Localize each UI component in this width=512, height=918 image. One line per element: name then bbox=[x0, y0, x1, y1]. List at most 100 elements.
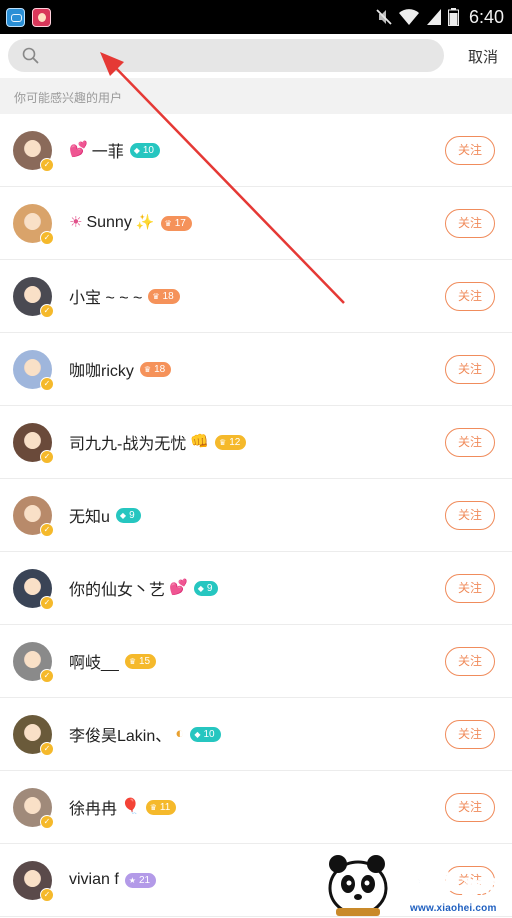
avatar[interactable]: ✓ bbox=[13, 861, 54, 902]
name-suffix-emoji: ◐ bbox=[175, 725, 185, 742]
user-row[interactable]: ✓ 徐冉冉 🎈 ♛ 11 关注 bbox=[0, 771, 512, 844]
user-row[interactable]: ✓ 李俊昊Lakin、 ◐ ◆ 10 关注 bbox=[0, 698, 512, 771]
user-name[interactable]: 小宝 ~ ~ ~ bbox=[69, 284, 142, 308]
user-name-line: 李俊昊Lakin、 ◐ ◆ 10 bbox=[69, 723, 221, 745]
search-icon bbox=[22, 47, 39, 64]
follow-button[interactable]: 关注 bbox=[445, 136, 495, 165]
level-badge: ♛ 18 bbox=[148, 288, 180, 304]
level-number: 18 bbox=[154, 363, 166, 375]
level-number: 11 bbox=[159, 801, 171, 813]
avatar[interactable]: ✓ bbox=[13, 642, 54, 683]
user-name-line: 司九九-战为无忧 👊 ♛ 12 bbox=[69, 430, 247, 454]
level-badge: ♛ 12 bbox=[215, 434, 247, 450]
level-badge: ◆ 9 bbox=[115, 507, 141, 523]
follow-button[interactable]: 关注 bbox=[445, 574, 495, 603]
crown-icon: ♛ bbox=[219, 437, 227, 447]
verified-badge-icon: ✓ bbox=[40, 888, 54, 902]
user-name[interactable]: 咖咖ricky bbox=[69, 357, 134, 381]
verified-badge-icon: ✓ bbox=[40, 669, 54, 683]
follow-button[interactable]: 关注 bbox=[445, 501, 495, 530]
follow-button[interactable]: 关注 bbox=[445, 282, 495, 311]
status-bar: 6:40 bbox=[0, 0, 512, 34]
user-name-line: ☀ Sunny ✨ ♛ 17 bbox=[69, 212, 192, 234]
user-name[interactable]: vivian f bbox=[69, 871, 119, 889]
user-name-line: 徐冉冉 🎈 ♛ 11 bbox=[69, 795, 177, 819]
clock: 6:40 bbox=[468, 6, 504, 27]
user-row[interactable]: ✓ 司九九-战为无忧 👊 ♛ 12 关注 bbox=[0, 406, 512, 479]
signal-icon bbox=[426, 9, 441, 25]
level-badge: ♛ 18 bbox=[139, 361, 172, 377]
level-badge: ♛ 11 bbox=[145, 799, 177, 815]
level-badge: ♛ 17 bbox=[160, 215, 192, 231]
user-name-line: 咖咖ricky ♛ 18 bbox=[69, 357, 172, 381]
level-badge: ◆ 10 bbox=[190, 726, 221, 742]
avatar[interactable]: ✓ bbox=[13, 569, 54, 610]
verified-badge-icon: ✓ bbox=[40, 742, 54, 756]
follow-button[interactable]: 关注 bbox=[445, 647, 495, 676]
verified-badge-icon: ✓ bbox=[40, 377, 54, 391]
mute-icon bbox=[376, 9, 392, 25]
level-number: 9 bbox=[129, 509, 135, 521]
crown-icon: ♛ bbox=[152, 291, 160, 301]
user-name[interactable]: 司九九-战为无忧 bbox=[69, 430, 186, 454]
verified-badge-icon: ✓ bbox=[40, 815, 54, 829]
user-name[interactable]: 无知u bbox=[69, 503, 110, 527]
verified-badge-icon: ✓ bbox=[40, 450, 54, 464]
search-input[interactable] bbox=[8, 39, 444, 72]
follow-button[interactable]: 关注 bbox=[445, 209, 495, 238]
user-name[interactable]: 啊岐__ bbox=[69, 649, 119, 673]
user-row[interactable]: ✓ 💕 一菲 ◆ 10 关注 bbox=[0, 114, 512, 187]
user-row[interactable]: ✓ 咖咖ricky ♛ 18 关注 bbox=[0, 333, 512, 406]
user-row[interactable]: ✓ 啊岐__ ♛ 15 关注 bbox=[0, 625, 512, 698]
user-name-line: 小宝 ~ ~ ~ ♛ 18 bbox=[69, 285, 180, 307]
user-name[interactable]: 一菲 bbox=[92, 138, 124, 162]
level-number: 10 bbox=[203, 728, 215, 740]
app-notification-icon-2 bbox=[32, 8, 51, 27]
diamond-icon: ◆ bbox=[194, 729, 201, 739]
level-badge: ★ 21 bbox=[124, 872, 157, 888]
follow-button[interactable]: 关注 bbox=[445, 428, 495, 457]
level-number: 18 bbox=[162, 290, 174, 302]
avatar[interactable]: ✓ bbox=[13, 788, 54, 829]
user-row[interactable]: ✓ 你的仙女丶艺 💕 ◆ 9 关注 bbox=[0, 552, 512, 625]
follow-button[interactable]: 关注 bbox=[445, 720, 495, 749]
user-name[interactable]: Sunny bbox=[86, 214, 131, 232]
user-name[interactable]: 徐冉冉 bbox=[69, 795, 117, 819]
avatar[interactable]: ✓ bbox=[13, 204, 54, 245]
verified-badge-icon: ✓ bbox=[40, 523, 54, 537]
name-suffix-emoji: 👊 bbox=[190, 433, 210, 450]
user-row[interactable]: ✓ ☀ Sunny ✨ ♛ 17 关注 bbox=[0, 187, 512, 260]
user-name-line: 你的仙女丶艺 💕 ◆ 9 bbox=[69, 576, 219, 600]
user-row[interactable]: ✓ 无知u ◆ 9 关注 bbox=[0, 479, 512, 552]
avatar[interactable]: ✓ bbox=[13, 350, 54, 391]
search-bar: 取消 bbox=[0, 34, 512, 78]
name-suffix-emoji: ✨ bbox=[135, 214, 155, 231]
app-notification-icon bbox=[6, 8, 25, 27]
diamond-icon: ◆ bbox=[197, 583, 204, 593]
level-number: 9 bbox=[206, 582, 213, 594]
level-number: 15 bbox=[138, 655, 151, 667]
follow-button[interactable]: 关注 bbox=[445, 355, 495, 384]
avatar[interactable]: ✓ bbox=[13, 423, 54, 464]
avatar[interactable]: ✓ bbox=[13, 131, 54, 172]
user-name[interactable]: 李俊昊Lakin、 bbox=[69, 722, 171, 746]
svg-text:游戏: 游戏 bbox=[462, 877, 498, 899]
user-name[interactable]: 你的仙女丶艺 bbox=[69, 576, 165, 600]
name-prefix-emoji: 💕 bbox=[69, 141, 88, 158]
watermark-url: www.xiaohei.com bbox=[410, 903, 497, 914]
crown-icon: ♛ bbox=[128, 656, 136, 666]
avatar[interactable]: ✓ bbox=[13, 277, 54, 318]
user-row[interactable]: ✓ 小宝 ~ ~ ~ ♛ 18 关注 bbox=[0, 260, 512, 333]
user-name-line: 💕 一菲 ◆ 10 bbox=[69, 139, 160, 161]
verified-badge-icon: ✓ bbox=[40, 158, 54, 172]
user-name-line: vivian f ★ 21 bbox=[69, 869, 157, 891]
status-icons: 6:40 bbox=[376, 6, 504, 28]
crown-icon: ♛ bbox=[143, 364, 152, 374]
user-name-line: 啊岐__ ♛ 15 bbox=[69, 649, 157, 673]
svg-text:小黑: 小黑 bbox=[392, 861, 452, 896]
avatar[interactable]: ✓ bbox=[13, 496, 54, 537]
avatar[interactable]: ✓ bbox=[13, 715, 54, 756]
cancel-button[interactable]: 取消 bbox=[468, 46, 498, 67]
section-title: 你可能感兴趣的用户 bbox=[14, 91, 123, 105]
follow-button[interactable]: 关注 bbox=[445, 793, 495, 822]
